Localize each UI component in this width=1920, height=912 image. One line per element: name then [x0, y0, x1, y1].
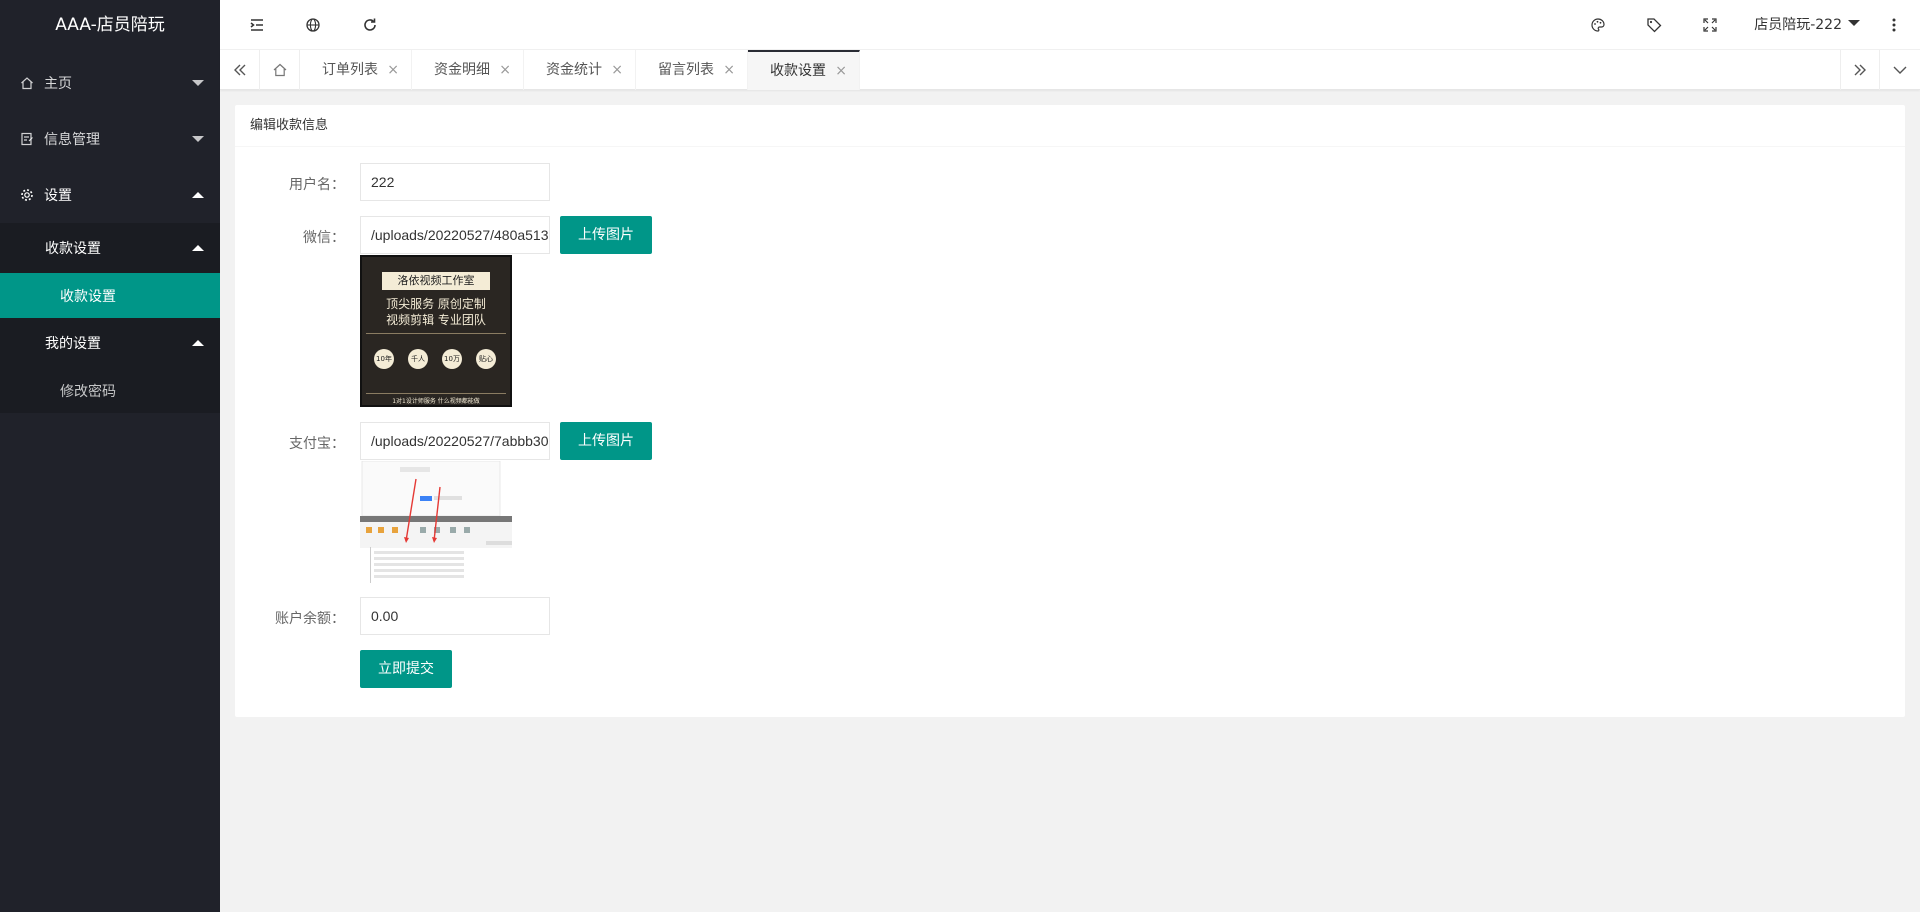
chevron-up-icon — [192, 192, 204, 198]
info-manage-icon — [20, 132, 34, 146]
tab-order-list[interactable]: 订单列表 × — [300, 50, 412, 90]
tabs-scroll-right-icon[interactable] — [1840, 50, 1880, 90]
close-icon[interactable]: × — [723, 50, 735, 90]
username-field[interactable]: 222 — [360, 163, 550, 201]
chevron-up-icon — [192, 340, 204, 346]
image-text: 视频剪辑 专业团队 — [386, 313, 486, 327]
theme-palette-icon[interactable] — [1586, 13, 1610, 37]
globe-icon[interactable] — [301, 13, 325, 37]
submit-button[interactable]: 立即提交 — [360, 650, 452, 688]
tab-label: 收款设置 — [770, 63, 826, 79]
tab-label: 资金统计 — [546, 62, 602, 78]
tab-message-list[interactable]: 留言列表 × — [636, 50, 748, 90]
page-tabs: 订单列表 × 资金明细 × 资金统计 × 留言列表 × 收款设置 × — [220, 50, 1920, 90]
submenu-label: 我的设置 — [45, 336, 101, 352]
sidebar-item-label: 主页 — [44, 76, 72, 92]
tag-icon[interactable] — [1642, 13, 1666, 37]
image-banner: 洛依视频工作室 — [382, 272, 490, 290]
card-title: 编辑收款信息 — [235, 105, 1905, 147]
wechat-image-field[interactable]: /uploads/20220527/480a513 — [360, 216, 550, 254]
image-text: 顶尖服务 原创定制 — [386, 297, 486, 311]
image-footer: 1对1设计师服务 什么视频都能做 — [366, 393, 506, 405]
chevron-up-icon — [192, 245, 204, 251]
user-name: 店员陪玩-222 — [1754, 17, 1842, 33]
tab-label: 留言列表 — [658, 62, 714, 78]
tab-label: 订单列表 — [322, 62, 378, 78]
user-menu[interactable]: 店员陪玩-222 — [1754, 0, 1860, 50]
alipay-image-field[interactable]: /uploads/20220527/7abbb30 — [360, 422, 550, 460]
close-icon[interactable]: × — [611, 50, 623, 90]
submenu-my-settings[interactable]: 我的设置 — [0, 318, 220, 368]
settings-submenu: 收款设置 收款设置 我的设置 修改密码 — [0, 223, 220, 413]
tabs-dropdown-icon[interactable] — [1880, 50, 1920, 90]
payment-settings-card: 编辑收款信息 用户名： 222 微信： /uploads/20220527/48… — [235, 105, 1905, 717]
fullscreen-icon[interactable] — [1698, 13, 1722, 37]
menu-fold-icon[interactable] — [245, 13, 269, 37]
tab-fund-details[interactable]: 资金明细 × — [412, 50, 524, 90]
image-badge: 千人 — [408, 349, 428, 369]
sidebar-item-info-manage[interactable]: 信息管理 — [0, 111, 220, 167]
home-icon — [20, 76, 34, 90]
image-badge: 10年 — [374, 349, 394, 369]
upload-alipay-button[interactable]: 上传图片 — [560, 422, 652, 460]
username-label: 用户名： — [289, 177, 345, 193]
sidebar-item-label: 设置 — [44, 188, 72, 204]
sidebar: AAA-店员陪玩 主页 信息管理 设置 收款设置 收款设置 我的设置 修改密码 — [0, 0, 220, 912]
close-icon[interactable]: × — [835, 52, 847, 90]
settings-gear-icon — [20, 188, 34, 202]
wechat-qr-image[interactable]: 洛依视频工作室 顶尖服务 原创定制 视频剪辑 专业团队 10年 千人 10万 贴… — [360, 255, 512, 407]
chevron-down-icon — [192, 136, 204, 142]
upload-wechat-button[interactable]: 上传图片 — [560, 216, 652, 254]
tab-label: 资金明细 — [434, 62, 490, 78]
image-divider — [366, 333, 506, 334]
top-header: 店员陪玩-222 — [220, 0, 1920, 50]
tab-home-icon[interactable] — [260, 50, 300, 90]
sidebar-item-settings[interactable]: 设置 — [0, 167, 220, 223]
balance-label: 账户余额： — [275, 611, 345, 627]
close-icon[interactable]: × — [387, 50, 399, 90]
refresh-icon[interactable] — [358, 13, 382, 37]
alipay-screenshot-image[interactable] — [360, 460, 512, 583]
tab-payment-settings[interactable]: 收款设置 × — [748, 50, 860, 90]
image-badge: 贴心 — [476, 349, 496, 369]
sidebar-item-payment-settings[interactable]: 收款设置 — [0, 273, 220, 318]
close-icon[interactable]: × — [499, 50, 511, 90]
wechat-label: 微信： — [303, 230, 345, 246]
tabs-scroll-left-icon[interactable] — [220, 50, 260, 90]
image-badge: 10万 — [442, 349, 462, 369]
more-vertical-icon[interactable] — [1882, 13, 1906, 37]
chevron-down-icon — [192, 80, 204, 86]
tab-fund-statistics[interactable]: 资金统计 × — [524, 50, 636, 90]
app-logo[interactable]: AAA-店员陪玩 — [0, 0, 220, 50]
alipay-label: 支付宝： — [289, 436, 345, 452]
caret-down-icon — [1848, 20, 1860, 26]
submenu-label: 收款设置 — [45, 241, 101, 257]
balance-field[interactable]: 0.00 — [360, 597, 550, 635]
sidebar-item-label: 信息管理 — [44, 132, 100, 148]
sidebar-item-change-password[interactable]: 修改密码 — [0, 368, 220, 413]
submenu-payment-settings[interactable]: 收款设置 — [0, 223, 220, 273]
sidebar-item-home[interactable]: 主页 — [0, 55, 220, 111]
